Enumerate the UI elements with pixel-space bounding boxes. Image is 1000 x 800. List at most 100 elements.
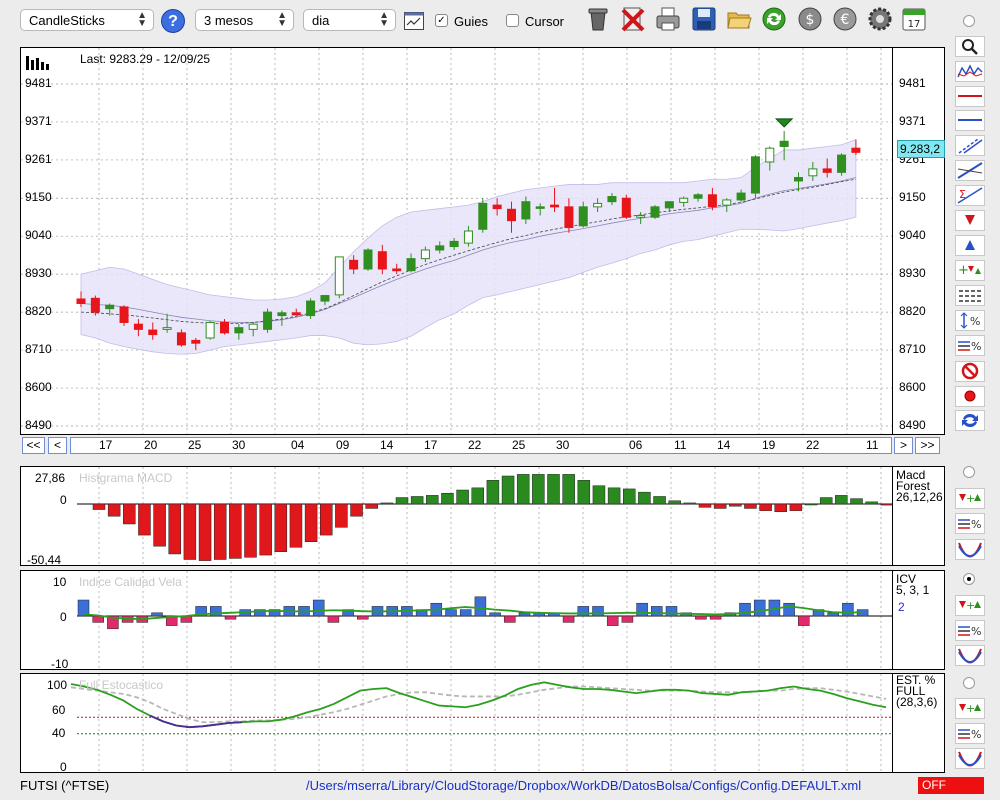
- euro-icon[interactable]: €: [831, 5, 859, 33]
- est-style-button[interactable]: [955, 748, 985, 769]
- levels-button[interactable]: [955, 285, 985, 306]
- buy-arrow-button[interactable]: [955, 235, 985, 256]
- chart-window-icon[interactable]: [404, 12, 424, 30]
- zoom-tool-button[interactable]: [955, 36, 985, 57]
- calendar-icon[interactable]: 17: [900, 5, 928, 33]
- percent-scale-button[interactable]: %: [955, 310, 985, 331]
- nav-last-button[interactable]: >>: [915, 437, 940, 454]
- trendline-tool-button[interactable]: [955, 160, 985, 181]
- horizontal-blue-line-button[interactable]: [955, 110, 985, 131]
- settings-gear-icon[interactable]: [866, 5, 894, 33]
- macd-bar: [774, 503, 787, 513]
- price-panel-radio[interactable]: [963, 15, 975, 27]
- est-percent-button[interactable]: %: [955, 723, 985, 744]
- date-scroll-bar[interactable]: 17 20 25 30 04 09 14 17 22 25 30 06 11 14 19 22 11: [70, 437, 892, 454]
- macd-percent-button[interactable]: %: [955, 513, 985, 534]
- percent-lines-button[interactable]: %: [955, 335, 985, 356]
- icv-bar: [783, 602, 795, 617]
- percent-range-icon: %: [960, 312, 980, 329]
- horizontal-red-line-button[interactable]: [955, 86, 985, 107]
- delete-icon[interactable]: [619, 5, 647, 33]
- macd-bar: [577, 480, 591, 505]
- macd-bar: [229, 503, 242, 559]
- open-folder-icon[interactable]: [725, 5, 753, 33]
- save-icon[interactable]: [690, 5, 718, 33]
- candle-body: [392, 268, 402, 272]
- icv-panel-radio[interactable]: [963, 573, 975, 585]
- stochastic-main-line: [70, 681, 887, 729]
- help-label: ?: [168, 13, 178, 30]
- macd-bar: [92, 503, 106, 510]
- period-select[interactable]: 3 mesos ▲ ▼: [195, 9, 294, 31]
- macd-bar: [350, 503, 363, 517]
- help-button[interactable]: ?: [161, 9, 185, 33]
- interval-value: dia: [312, 13, 330, 28]
- est-panel-radio[interactable]: [963, 677, 975, 689]
- candle-body: [205, 321, 215, 339]
- refresh-icon[interactable]: [760, 5, 788, 33]
- price-ytick-left: 8930: [25, 266, 52, 281]
- nav-next-button[interactable]: >: [894, 437, 913, 454]
- macd-bar: [441, 492, 454, 505]
- candle-body: [837, 154, 847, 173]
- macd-bar: [471, 487, 484, 505]
- candle-body: [736, 192, 746, 201]
- trash-icon[interactable]: [584, 5, 612, 33]
- macd-panel-radio[interactable]: [963, 466, 975, 478]
- cursor-checkbox[interactable]: [506, 14, 519, 27]
- channel-tool-button[interactable]: [955, 135, 985, 156]
- macd-bar: [274, 503, 288, 552]
- macd-style-button[interactable]: [955, 539, 985, 560]
- record-button[interactable]: [955, 386, 985, 407]
- chart-type-select[interactable]: CandleSticks ▲ ▼: [20, 9, 154, 31]
- icv-percent-button[interactable]: %: [955, 620, 985, 641]
- config-path-link[interactable]: /Users/mserra/Library/CloudStorage/Dropb…: [306, 778, 861, 793]
- add-indicator-button[interactable]: +: [955, 260, 985, 281]
- est-add-button[interactable]: +: [955, 698, 985, 719]
- macd-panel[interactable]: Histgrama MACD 27,86 0 -50,44: [20, 466, 893, 567]
- macd-bar: [547, 474, 560, 505]
- sync-button[interactable]: [955, 410, 985, 431]
- date-tick-label: 20: [144, 438, 158, 452]
- icv-panel[interactable]: Indice Calidad Vela 10 0 -10: [20, 570, 893, 671]
- icv-info: ICV 5, 3, 1 2: [893, 570, 945, 670]
- nav-first-button[interactable]: <<: [22, 437, 45, 454]
- crossing-curves-icon: [958, 751, 982, 767]
- percent-lines-icon: %: [958, 728, 981, 741]
- macd-bar: [865, 501, 878, 505]
- indicator-overlay-button[interactable]: [955, 61, 985, 82]
- fibonacci-tool-button[interactable]: Σ: [955, 185, 985, 206]
- icv-style-button[interactable]: [955, 645, 985, 666]
- price-ytick-left: 9371: [25, 113, 52, 128]
- candle-body: [463, 230, 473, 244]
- icv-bar: [504, 615, 516, 623]
- macd-bar: [653, 496, 666, 505]
- guides-checkbox[interactable]: ✓: [435, 14, 448, 27]
- macd-bar: [562, 474, 575, 505]
- currency-exchange-icon[interactable]: $: [796, 5, 824, 33]
- est-info-line: (28,3,6): [896, 695, 938, 709]
- sell-arrow-button[interactable]: [955, 210, 985, 231]
- stochastic-panel[interactable]: Full Estocastico 100 60 40 0: [20, 673, 893, 774]
- icv-add-button[interactable]: +: [955, 595, 985, 616]
- date-tick-label: 14: [380, 438, 394, 452]
- icv-bar: [489, 612, 501, 617]
- interval-select[interactable]: dia ▲ ▼: [303, 9, 396, 31]
- macd-bar: [638, 491, 651, 505]
- price-chart-panel[interactable]: Last: 9283.29 - 12/09/25 9481 9371 9261 915…: [20, 47, 893, 435]
- macd-ytick-min: -50,44: [27, 553, 62, 567]
- print-icon[interactable]: [654, 5, 682, 33]
- macd-bar: [304, 503, 318, 542]
- icv-ytick-min: -10: [51, 657, 69, 671]
- price-axis-right: 9481 9371 9261 9150 9040 8930 8820 8710 8600 8490: [893, 47, 945, 435]
- off-toggle[interactable]: OFF: [918, 777, 984, 794]
- macd-add-button[interactable]: +: [955, 488, 985, 509]
- icv-bar: [312, 599, 325, 617]
- icv-bar: [827, 612, 839, 617]
- icv-info-line: 5, 3, 1: [896, 583, 930, 597]
- clear-drawings-button[interactable]: [955, 361, 985, 382]
- nav-prev-button[interactable]: <: [48, 437, 67, 454]
- icv-bar: [798, 615, 810, 626]
- svg-text:+: +: [958, 263, 969, 278]
- icv-bar: [709, 615, 722, 620]
